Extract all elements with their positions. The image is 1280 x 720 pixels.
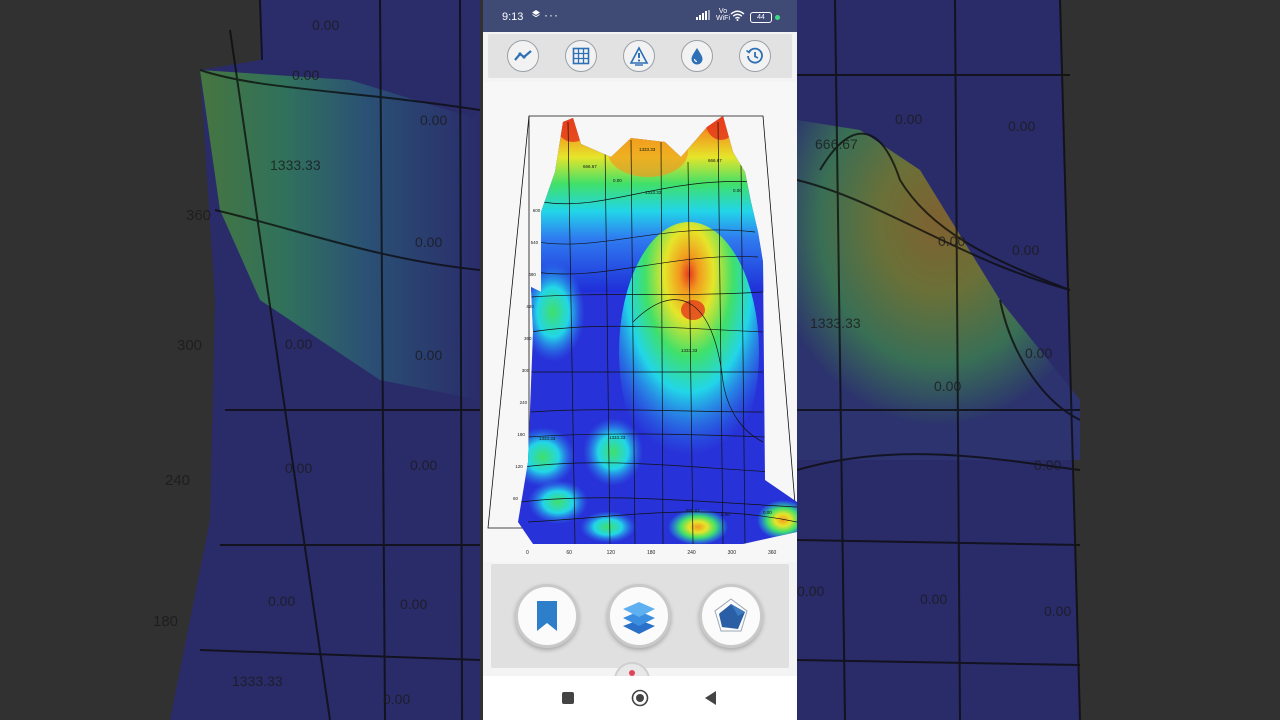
y-tick-label: 360 <box>524 336 532 341</box>
line-chart-button[interactable] <box>507 40 539 72</box>
x-tick-label: 240 <box>687 550 696 556</box>
cell-label: 1333.33 <box>539 436 556 441</box>
layers-icon <box>623 602 655 634</box>
cell-label: 1333.33 <box>681 348 698 353</box>
grid-button[interactable] <box>565 40 597 72</box>
x-tick-label: 180 <box>647 550 656 556</box>
cell-label: 1333.33 <box>609 435 626 440</box>
system-nav-bar <box>483 676 797 720</box>
svg-text:0.00: 0.00 <box>797 583 824 599</box>
svg-text:0.00: 0.00 <box>934 378 961 394</box>
grid-icon <box>572 47 590 65</box>
home-circle-icon <box>631 689 649 707</box>
x-tick-label: 60 <box>566 550 572 556</box>
back-triangle-icon <box>705 691 716 705</box>
trend-line-icon <box>514 50 532 61</box>
cell-label: 0.00 <box>763 510 772 515</box>
warning-profile-button[interactable] <box>623 40 655 72</box>
svg-text:0.00: 0.00 <box>895 111 922 127</box>
water-drop-icon <box>691 48 703 65</box>
warning-triangle-icon <box>629 46 649 66</box>
svg-text:0.00: 0.00 <box>938 233 965 249</box>
privacy-dot-icon <box>775 15 780 20</box>
y-tick-label: 180 <box>517 432 525 437</box>
x-tick-label: 360 <box>768 550 777 556</box>
radar-button[interactable] <box>699 584 763 648</box>
signal-icon <box>696 10 712 23</box>
cell-label: 0.00 <box>613 178 622 183</box>
svg-text:0.00: 0.00 <box>415 234 442 250</box>
x-tick-label: 0 <box>526 550 529 556</box>
square-icon <box>562 692 574 704</box>
recents-button[interactable] <box>558 688 578 708</box>
home-button[interactable] <box>630 688 650 708</box>
svg-text:0.00: 0.00 <box>383 691 410 707</box>
history-button[interactable] <box>739 40 771 72</box>
svg-text:0.00: 0.00 <box>268 593 295 609</box>
cell-label: 666.67 <box>686 508 700 513</box>
x-tick-label: 300 <box>728 550 737 556</box>
cell-label: 0.00 <box>721 512 730 517</box>
cell-label: 1333.33 <box>645 190 662 195</box>
y-tick-label: 600 <box>533 208 541 213</box>
phone-screen: 9:13 ··· Vo WiFi 44 1333.33 666.67 0.00 … <box>483 0 797 720</box>
svg-text:0.00: 0.00 <box>285 336 312 352</box>
back-button[interactable] <box>701 688 721 708</box>
svg-text:666.67: 666.67 <box>815 136 858 152</box>
y-tick-label: 60 <box>513 496 519 501</box>
more-notifications-indicator: ··· <box>544 8 559 22</box>
svg-text:0.00: 0.00 <box>420 112 447 128</box>
y-tick-label: 420 <box>526 304 534 309</box>
svg-text:180: 180 <box>153 613 178 630</box>
action-panel <box>491 564 789 668</box>
svg-text:0.00: 0.00 <box>1012 242 1039 258</box>
battery-indicator: 44 <box>750 12 772 23</box>
moisture-button[interactable] <box>681 40 713 72</box>
bookmark-button[interactable] <box>515 584 579 648</box>
wifi-icon <box>730 10 745 24</box>
svg-text:240: 240 <box>165 472 190 489</box>
y-tick-label: 480 <box>528 272 536 277</box>
y-tick-label: 300 <box>522 368 530 373</box>
svg-text:0.00: 0.00 <box>415 347 442 363</box>
status-time: 9:13 <box>502 11 524 23</box>
svg-text:0.00: 0.00 <box>285 460 312 476</box>
cell-label: 1333.33 <box>639 147 656 152</box>
svg-text:0.00: 0.00 <box>1025 345 1052 361</box>
svg-text:0.00: 0.00 <box>410 457 437 473</box>
svg-text:1333.33: 1333.33 <box>232 673 283 689</box>
y-tick-label: 120 <box>515 464 523 469</box>
heatmap-surface <box>518 116 797 544</box>
x-tick-label: 120 <box>607 550 616 556</box>
radar-icon <box>714 598 748 632</box>
vowifi-indicator: Vo WiFi <box>716 8 730 22</box>
y-tick-label: 540 <box>531 240 539 245</box>
status-bar: 9:13 ··· Vo WiFi 44 <box>483 0 797 32</box>
svg-text:0.00: 0.00 <box>1008 118 1035 134</box>
history-clock-icon <box>746 47 763 64</box>
svg-text:0.00: 0.00 <box>312 17 339 33</box>
top-toolbar <box>488 34 792 78</box>
layers-status-icon <box>531 9 541 22</box>
cell-label: 666.67 <box>708 158 722 163</box>
svg-text:1333.33: 1333.33 <box>810 315 861 331</box>
y-tick-label: 240 <box>520 400 528 405</box>
contour-chart[interactable]: 1333.33 666.67 0.00 1333.33 666.67 0.00 … <box>483 82 797 562</box>
cell-label: 666.67 <box>583 164 597 169</box>
svg-text:0.00: 0.00 <box>1044 603 1071 619</box>
svg-text:0.00: 0.00 <box>292 67 319 83</box>
svg-text:0.00: 0.00 <box>1034 457 1061 473</box>
layers-button[interactable] <box>607 584 671 648</box>
svg-text:300: 300 <box>177 337 202 354</box>
svg-text:1333.33: 1333.33 <box>270 157 321 173</box>
svg-text:360: 360 <box>186 207 211 224</box>
cell-label: 0.00 <box>733 188 742 193</box>
svg-text:0.00: 0.00 <box>400 596 427 612</box>
bookmark-icon <box>537 601 557 631</box>
svg-text:0.00: 0.00 <box>920 591 947 607</box>
